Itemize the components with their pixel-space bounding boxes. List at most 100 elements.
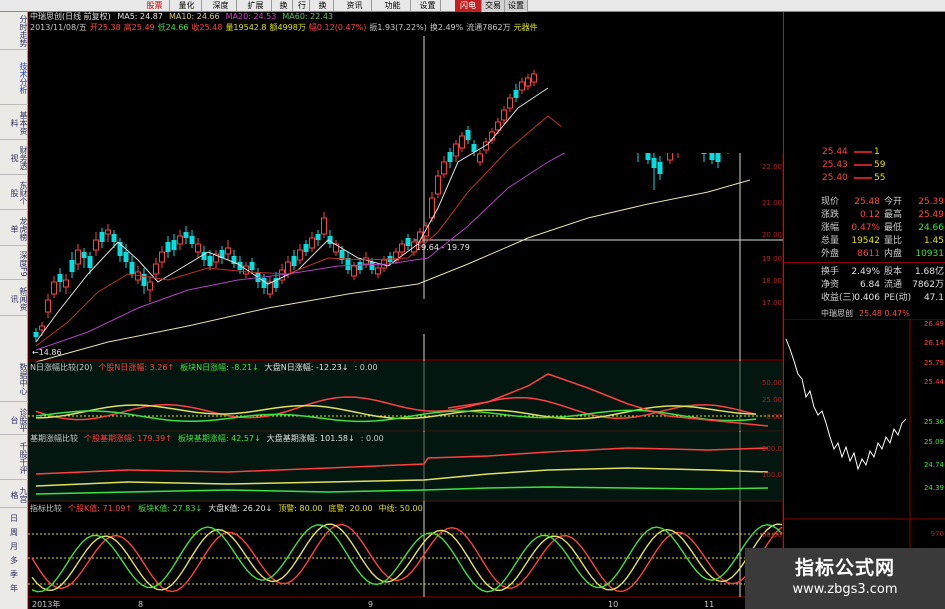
- sidebar-tab-8[interactable]: 数据中心: [0, 357, 28, 402]
- mini-tick-7: 24.39: [924, 484, 944, 492]
- quote-key-1: 涨幅: [821, 223, 840, 233]
- candle-r-body-9: [715, 152, 721, 162]
- stat-row: 换手 2.49% 股本 1.68亿: [784, 266, 945, 278]
- menu-right-item-2[interactable]: 设置: [505, 0, 528, 12]
- quote-key-2: 内盘: [884, 249, 903, 259]
- sidebar-tab-5[interactable]: 龙虎榜单: [0, 212, 28, 246]
- candle-body-1: [39, 325, 45, 331]
- candle-body-12: [105, 229, 111, 235]
- candle-body-42: [285, 261, 291, 275]
- mini-tick-6: 24.74: [924, 461, 945, 469]
- candle-body-9: [87, 256, 93, 268]
- candle-body-10: [93, 239, 99, 251]
- candle-body-2: [45, 299, 51, 313]
- quote-row: 外盘 8611 内盘 10931: [784, 248, 945, 260]
- panel0-tick-2: 0.00: [766, 413, 782, 421]
- quote-row: 总量 19542 量比 1.45: [784, 235, 945, 247]
- candle-body-15: [123, 252, 129, 262]
- ohlc-field-9: 换2.49%: [429, 23, 464, 32]
- stat-row: 净资 6.84 流通 7862万: [784, 279, 945, 291]
- candle-body-78: [501, 109, 507, 121]
- period-3[interactable]: 多: [0, 554, 28, 567]
- candle-body-81: [519, 81, 525, 91]
- candle-body-36: [249, 262, 255, 270]
- price-tick-7: 19.00: [762, 255, 782, 263]
- sidebar-tab-10[interactable]: 千股千评: [0, 437, 28, 480]
- candle-body-71: [459, 135, 465, 149]
- order-price: 25.44: [822, 147, 848, 157]
- ohlc-field-4: 收25.48: [191, 23, 223, 32]
- quote-val-1: 25.48: [854, 197, 880, 207]
- candle-body-47: [315, 234, 321, 240]
- sidebar-tab-4[interactable]: 东财个股: [0, 177, 28, 210]
- chart-header: 中瑞思创(日线 前复权) MA5: 24.87 MA10: 24.66 MA20: …: [30, 12, 343, 22]
- stat-key-2: 股本: [884, 267, 903, 277]
- menu-item-4[interactable]: 换: [275, 0, 293, 12]
- candle-body-0: [33, 332, 39, 337]
- mini-price: 25.48 0.47%: [859, 309, 910, 318]
- sidebar-tab-2[interactable]: 基本资料: [0, 107, 28, 140]
- period-4[interactable]: 季: [0, 568, 28, 581]
- ma-label-1: MA10: 24.66: [168, 12, 220, 21]
- stat-key-2: 流通: [884, 280, 903, 290]
- period-0[interactable]: 日: [0, 512, 28, 525]
- quote-key-1: 总量: [821, 236, 840, 246]
- sidebar-tab-1[interactable]: 技术分析: [0, 52, 28, 105]
- quote-key-2: 今开: [884, 197, 903, 207]
- ohlc-field-0: 2013/11/08/五: [30, 23, 87, 32]
- menu-item-2[interactable]: 深度: [205, 0, 237, 12]
- menu-item-7[interactable]: 资讯: [338, 0, 372, 12]
- menu-item-3[interactable]: 扩展: [240, 0, 272, 12]
- panel0-tick-1: 25.00: [762, 396, 782, 404]
- order-vol: 59: [874, 160, 886, 170]
- candle-body-56: [369, 262, 375, 270]
- stat-key-2: PE(动): [884, 293, 912, 303]
- menu-right-item-0[interactable]: 闪电手: [455, 0, 482, 22]
- panel-value-0: 个股基期涨幅: 179.39↑: [84, 434, 172, 443]
- menu-item-6[interactable]: 换: [312, 0, 334, 12]
- panel-value-1: 板块N日涨幅: -8.21↓: [180, 363, 259, 372]
- panel-value-5: 中线: 50.00: [378, 504, 423, 513]
- panel-value-4: 底警: 20.00: [328, 504, 373, 513]
- stat-val-1: 2.49%: [851, 267, 880, 277]
- menu-right-item-1[interactable]: 交易: [482, 0, 505, 12]
- period-5[interactable]: 年: [0, 582, 28, 595]
- sidebar-tab-0[interactable]: 分时走势: [0, 12, 28, 50]
- quote-val-2: 25.39: [918, 197, 944, 207]
- sidebar-tab-11[interactable]: 九宫格: [0, 482, 28, 508]
- period-2[interactable]: 月: [0, 540, 28, 553]
- candle-body-44: [297, 249, 303, 261]
- xaxis-label-0: 2013年: [32, 599, 60, 609]
- ohlc-field-2: 高25.49: [123, 23, 155, 32]
- menu-item-8[interactable]: 功能: [375, 0, 411, 12]
- menu-item-1[interactable]: 量化: [172, 0, 202, 12]
- panel-title: N日涨幅比较(20): [30, 363, 93, 372]
- menu-item-9[interactable]: 设置: [415, 0, 441, 12]
- period-1[interactable]: 周: [0, 526, 28, 539]
- order-bar: [854, 177, 872, 179]
- main-chart-area[interactable]: 22.00 21.00 20.00 19.00 18.00 17.00 50.00 25.00…: [28, 12, 811, 609]
- stat-val-1: 6.84: [859, 280, 880, 290]
- mini-price-line: [785, 338, 907, 471]
- quote-key-1: 外盘: [821, 249, 840, 259]
- panel-value-1: 板块基期涨幅: 42.57↓: [177, 434, 261, 443]
- panel0-tick-0: 50.00: [762, 379, 782, 387]
- ohlc-field-7: 幅0.12(0.47%): [308, 23, 367, 32]
- candle-body-74: [477, 153, 483, 163]
- menu-item-0[interactable]: 股票: [140, 0, 170, 12]
- sidebar-tab-6[interactable]: 深度F9: [0, 248, 28, 280]
- candle-body-4: [57, 274, 63, 282]
- panel-header-indicator: 指标比较 个股K值: 71.09↑ 板块K值: 27.83↓ 大盘K值: 26.20↓…: [30, 504, 429, 514]
- sidebar-tab-7[interactable]: 新闻资讯: [0, 282, 28, 316]
- sidebar-tab-9[interactable]: 诊股平台: [0, 405, 28, 435]
- sidebar-tab-3[interactable]: 财务透视: [0, 142, 28, 175]
- candle-body-62: [405, 238, 411, 246]
- stat-row: 收益(三) 0.406 PE(动) 47.1: [784, 292, 945, 304]
- candle-body-21: [159, 251, 165, 263]
- menu-item-5[interactable]: 行: [295, 0, 310, 12]
- candle-body-6: [69, 260, 75, 272]
- candle-body-3: [51, 281, 57, 295]
- panel-value-3: 顶警: 80.00: [278, 504, 323, 513]
- candle-body-8: [81, 252, 87, 258]
- panel-value-3: : 0.00: [354, 363, 378, 372]
